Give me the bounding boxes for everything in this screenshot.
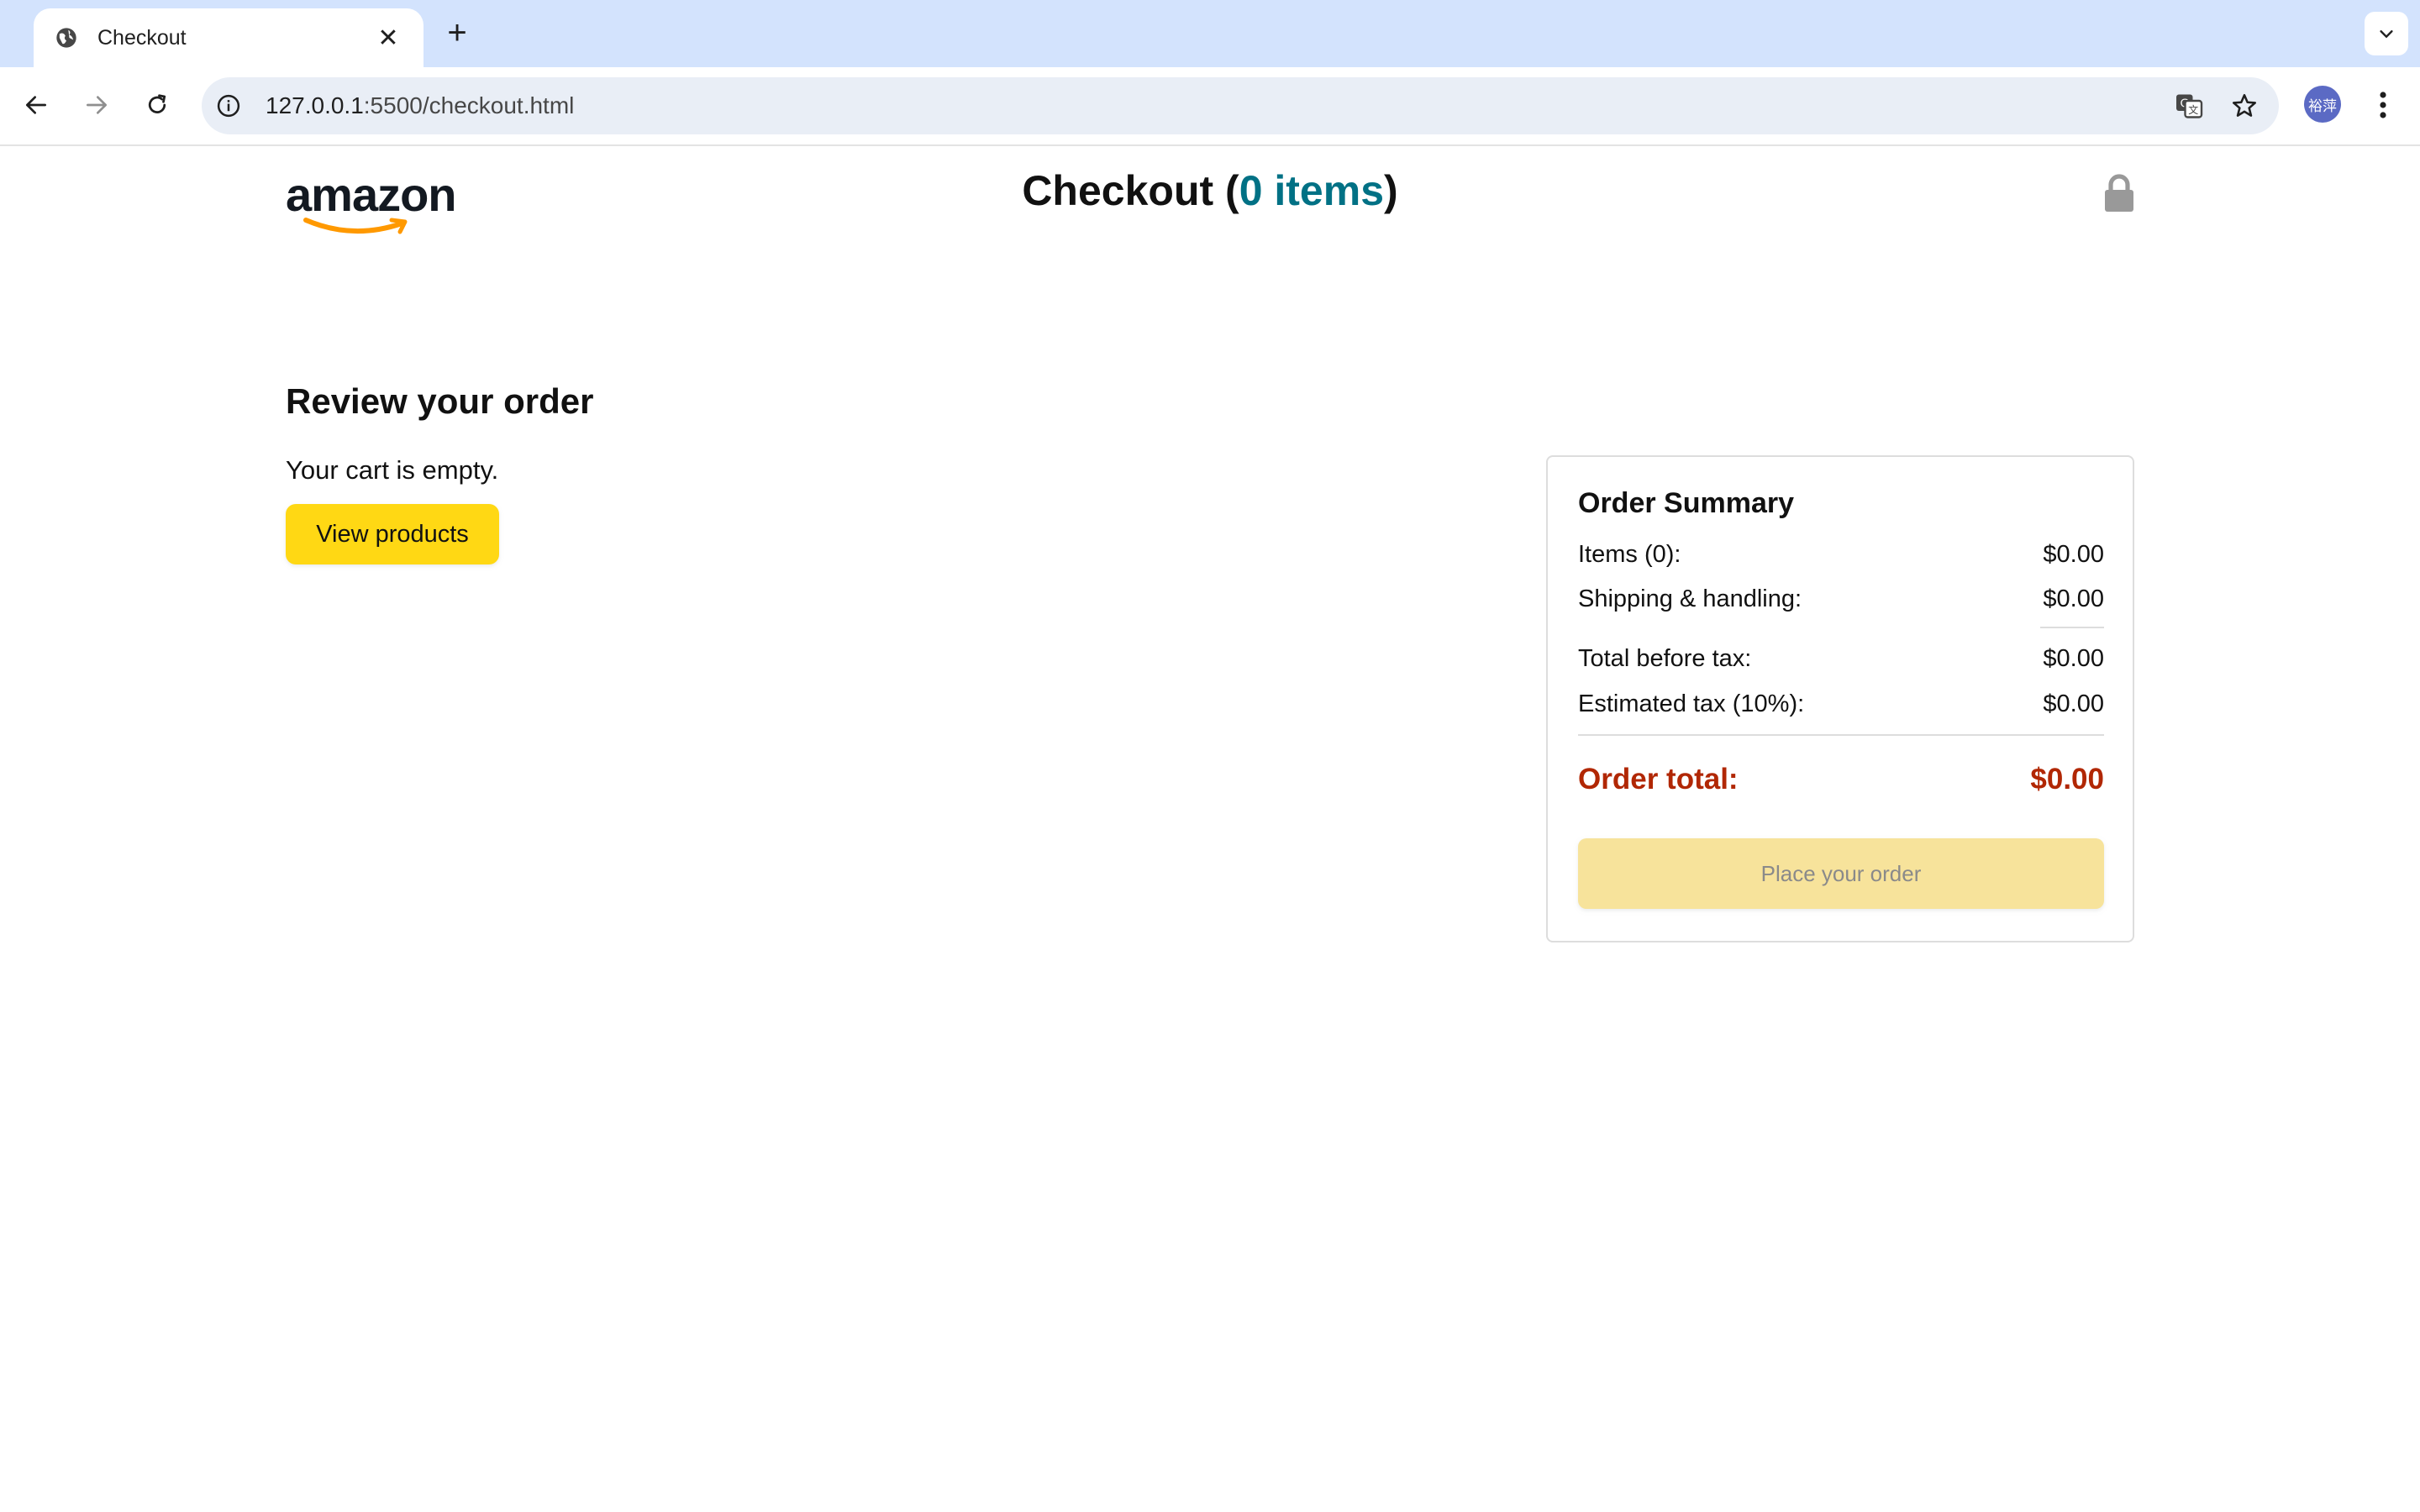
before-tax-label: Total before tax:	[1578, 645, 1752, 672]
translate-icon[interactable]: G文	[2168, 85, 2210, 127]
url-text[interactable]: 127.0.0.1:5500/checkout.html	[266, 92, 2168, 119]
url-host: 127.0.0.1	[266, 92, 364, 118]
browser-tab-bar: Checkout ✕ +	[0, 0, 2420, 67]
arrow-left-icon	[26, 96, 46, 114]
summary-row-total: Order total: $0.00	[1578, 763, 2104, 796]
globe-icon	[54, 25, 79, 50]
checkout-page: amazon Checkout (0 items) Review your or…	[0, 148, 2420, 1512]
summary-row-items: Items (0): $0.00	[1578, 541, 2104, 569]
summary-row-tax: Estimated tax (10%): $0.00	[1578, 690, 2104, 718]
place-order-button[interactable]: Place your order	[1578, 838, 2104, 909]
svg-text:文: 文	[2188, 103, 2198, 116]
title-prefix: Checkout (	[1022, 167, 1239, 214]
browser-toolbar: 127.0.0.1:5500/checkout.html G文 裕萍	[0, 67, 2420, 146]
order-summary-title: Order Summary	[1578, 487, 1794, 519]
shipping-value: $0.00	[2043, 585, 2104, 612]
item-count-link[interactable]: 0 items	[1239, 167, 1384, 214]
summary-row-before-tax: Total before tax: $0.00	[1578, 645, 2104, 673]
tax-value: $0.00	[2043, 690, 2104, 717]
tab-search-button[interactable]	[2365, 12, 2408, 55]
close-tab-icon[interactable]: ✕	[373, 24, 403, 53]
tab-title: Checkout	[97, 25, 187, 50]
star-icon[interactable]	[2223, 85, 2265, 127]
items-value: $0.00	[2043, 541, 2104, 568]
view-products-button[interactable]: View products	[286, 504, 499, 564]
arrow-right-icon	[87, 96, 107, 114]
before-tax-value: $0.00	[2043, 645, 2104, 672]
subtotal-divider	[2040, 627, 2104, 628]
lock-icon	[2102, 173, 2136, 213]
back-button[interactable]	[15, 84, 57, 126]
items-label: Items (0):	[1578, 541, 1681, 568]
summary-row-shipping: Shipping & handling: $0.00	[1578, 585, 2104, 613]
smile-arrow-icon	[303, 218, 408, 234]
empty-cart-message: Your cart is empty.	[286, 455, 499, 485]
tax-label: Estimated tax (10%):	[1578, 690, 1805, 717]
new-tab-button[interactable]: +	[440, 12, 474, 54]
forward-button[interactable]	[76, 84, 118, 126]
title-suffix: )	[1384, 167, 1398, 214]
review-order-heading: Review your order	[286, 381, 594, 421]
profile-avatar[interactable]: 裕萍	[2304, 86, 2341, 123]
kebab-menu-icon[interactable]	[2366, 84, 2400, 126]
reload-icon	[148, 94, 166, 113]
order-total-value: $0.00	[2030, 763, 2104, 795]
url-path: :5500/checkout.html	[363, 92, 575, 118]
total-divider	[1578, 734, 2104, 736]
shipping-label: Shipping & handling:	[1578, 585, 1802, 612]
reload-button[interactable]	[136, 84, 178, 126]
order-total-label: Order total:	[1578, 763, 1739, 795]
browser-tab-checkout[interactable]: Checkout ✕	[34, 8, 424, 67]
checkout-header-title: Checkout (0 items)	[0, 166, 2420, 215]
chevron-down-icon	[2380, 30, 2393, 39]
order-summary-panel: Order Summary Items (0): $0.00 Shipping …	[1546, 455, 2134, 942]
address-bar[interactable]: 127.0.0.1:5500/checkout.html G文	[202, 77, 2279, 134]
info-icon[interactable]	[212, 89, 245, 123]
